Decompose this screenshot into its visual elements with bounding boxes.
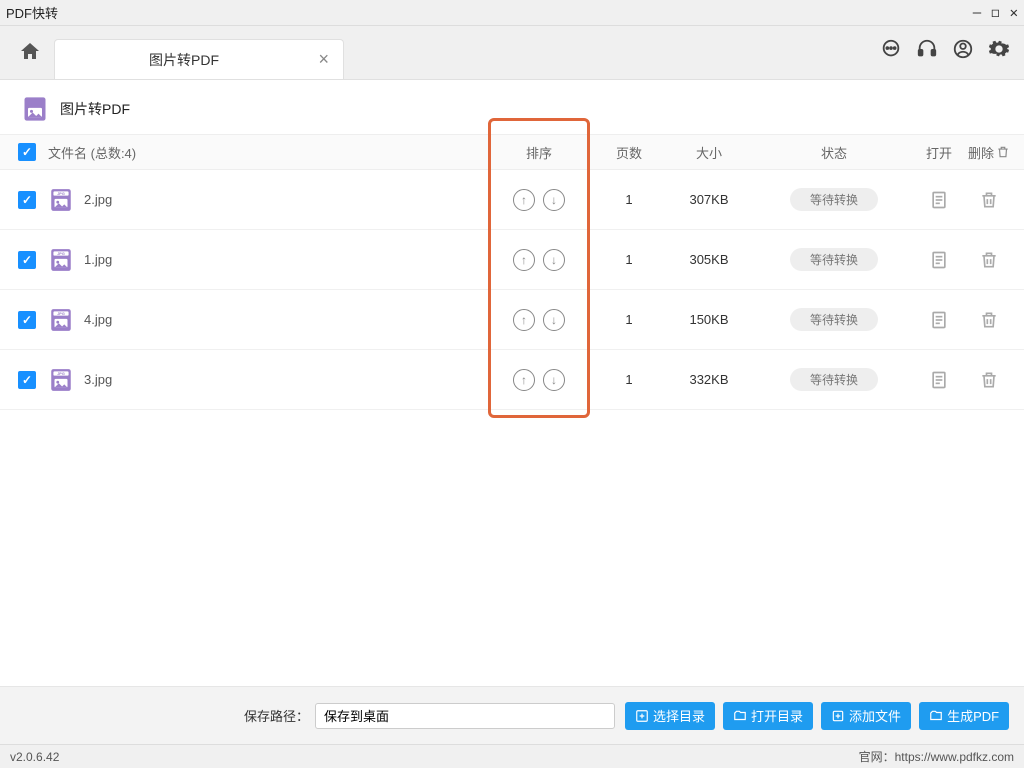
version-label: v2.0.6.42 (10, 750, 59, 764)
open-file-button[interactable] (914, 250, 964, 270)
titlebar: PDF快转 — ◻ ✕ (0, 0, 1024, 26)
open-file-button[interactable] (914, 310, 964, 330)
status-badge: 等待转换 (790, 368, 878, 391)
move-up-button[interactable]: ↑ (513, 309, 535, 331)
file-size: 307KB (664, 192, 754, 207)
window-controls: — ◻ ✕ (973, 5, 1018, 21)
row-checkbox[interactable] (18, 311, 36, 329)
open-file-button[interactable] (914, 370, 964, 390)
user-icon[interactable] (952, 38, 974, 63)
file-name: 1.jpg (84, 252, 112, 267)
col-filename: 文件名 (总数:4) (48, 143, 484, 162)
page-count: 1 (594, 372, 664, 387)
footer-bar: 保存路径： 选择目录 打开目录 添加文件 生成PDF (0, 686, 1024, 744)
col-delete: 删除 (964, 143, 1014, 162)
toolbar: 图片转PDF × (0, 26, 1024, 80)
site-link[interactable]: https://www.pdfkz.com (895, 750, 1014, 764)
delete-file-button[interactable] (964, 370, 1014, 390)
headset-icon[interactable] (916, 38, 938, 63)
move-up-button[interactable]: ↑ (513, 189, 535, 211)
page-count: 1 (594, 252, 664, 267)
file-size: 332KB (664, 372, 754, 387)
open-file-button[interactable] (914, 190, 964, 210)
tab-close-button[interactable]: × (318, 49, 329, 70)
col-open: 打开 (914, 143, 964, 162)
col-size: 大小 (664, 143, 754, 162)
col-sort: 排序 (484, 143, 594, 162)
add-file-button[interactable]: 添加文件 (821, 702, 911, 730)
file-name: 3.jpg (84, 372, 112, 387)
row-checkbox[interactable] (18, 371, 36, 389)
move-up-button[interactable]: ↑ (513, 369, 535, 391)
choose-dir-button[interactable]: 选择目录 (625, 702, 715, 730)
status-badge: 等待转换 (790, 248, 878, 271)
trash-icon[interactable] (996, 145, 1010, 159)
page-title: 图片转PDF (60, 99, 130, 119)
save-path-label: 保存路径： (244, 706, 309, 725)
table-row: JPG 2.jpg ↑ ↓ 1307KB 等待转换 (0, 170, 1024, 230)
file-size: 305KB (664, 252, 754, 267)
jpg-file-icon: JPG (48, 187, 74, 213)
status-badge: 等待转换 (790, 308, 878, 331)
move-down-button[interactable]: ↓ (543, 309, 565, 331)
jpg-file-icon: JPG (48, 247, 74, 273)
file-name: 2.jpg (84, 192, 112, 207)
tab-image-to-pdf[interactable]: 图片转PDF × (54, 39, 344, 79)
page-header: 图片转PDF (0, 80, 1024, 134)
site-info: 官网：https://www.pdfkz.com (859, 748, 1014, 765)
minimize-button[interactable]: — (973, 5, 981, 21)
select-all-checkbox[interactable] (18, 143, 36, 161)
page-count: 1 (594, 192, 664, 207)
table-row: JPG 1.jpg ↑ ↓ 1305KB 等待转换 (0, 230, 1024, 290)
window-title: PDF快转 (6, 3, 58, 22)
svg-text:JPG: JPG (57, 312, 65, 316)
col-pages: 页数 (594, 143, 664, 162)
tab-label: 图片转PDF (55, 50, 313, 70)
table-header: 文件名 (总数:4) 排序 页数 大小 状态 打开 删除 (0, 134, 1024, 170)
move-down-button[interactable]: ↓ (543, 189, 565, 211)
svg-text:JPG: JPG (57, 192, 65, 196)
chat-icon[interactable] (880, 38, 902, 63)
open-dir-button[interactable]: 打开目录 (723, 702, 813, 730)
maximize-button[interactable]: ◻ (991, 5, 999, 21)
table-row: JPG 3.jpg ↑ ↓ 1332KB 等待转换 (0, 350, 1024, 410)
close-button[interactable]: ✕ (1010, 5, 1018, 21)
move-up-button[interactable]: ↑ (513, 249, 535, 271)
delete-file-button[interactable] (964, 310, 1014, 330)
jpg-file-icon: JPG (48, 367, 74, 393)
jpg-file-icon: JPG (48, 307, 74, 333)
svg-text:JPG: JPG (57, 252, 65, 256)
move-down-button[interactable]: ↓ (543, 369, 565, 391)
gear-icon[interactable] (988, 38, 1010, 63)
file-name: 4.jpg (84, 312, 112, 327)
generate-pdf-button[interactable]: 生成PDF (919, 702, 1009, 730)
move-down-button[interactable]: ↓ (543, 249, 565, 271)
svg-text:JPG: JPG (57, 372, 65, 376)
pdf-icon (20, 94, 50, 124)
file-size: 150KB (664, 312, 754, 327)
delete-file-button[interactable] (964, 250, 1014, 270)
save-path-input[interactable] (315, 703, 615, 729)
page-count: 1 (594, 312, 664, 327)
row-checkbox[interactable] (18, 251, 36, 269)
status-badge: 等待转换 (790, 188, 878, 211)
col-status: 状态 (754, 143, 914, 162)
statusbar: v2.0.6.42 官网：https://www.pdfkz.com (0, 744, 1024, 768)
row-checkbox[interactable] (18, 191, 36, 209)
delete-file-button[interactable] (964, 190, 1014, 210)
home-button[interactable] (10, 32, 50, 72)
table-row: JPG 4.jpg ↑ ↓ 1150KB 等待转换 (0, 290, 1024, 350)
